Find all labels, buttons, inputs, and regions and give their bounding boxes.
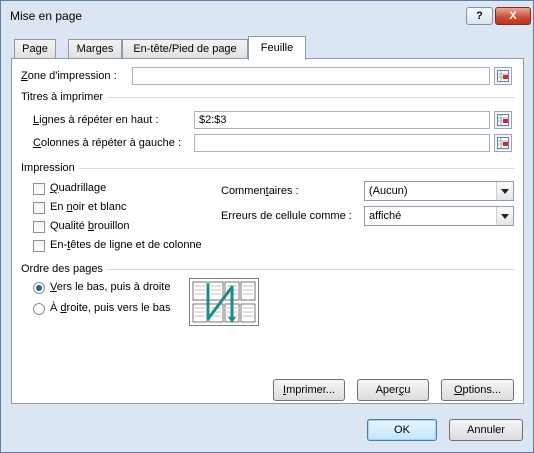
print-group-label: Impression <box>21 162 79 174</box>
collapse-dialog-icon <box>497 137 509 149</box>
sheet-tab-panel: Zone d'impression : Titres à imprimer Li… <box>11 58 524 404</box>
collapse-dialog-icon <box>497 70 509 82</box>
black-white-checkbox[interactable] <box>33 202 45 214</box>
down-then-over-radio[interactable] <box>33 282 45 294</box>
down-then-over-label: Vers le bas, puis à droite <box>50 281 171 293</box>
black-white-label: En noir et blanc <box>50 201 127 213</box>
columns-to-repeat-input[interactable] <box>194 134 490 152</box>
cell-errors-label: Erreurs de cellule comme : <box>221 210 352 222</box>
draft-quality-checkbox[interactable] <box>33 221 45 233</box>
page-setup-dialog: Mise en page ? X Page Marges En-tête/Pie… <box>0 0 534 453</box>
over-then-down-radio[interactable] <box>33 303 45 315</box>
print-area-label: Zone d'impression : <box>21 70 117 82</box>
cell-errors-select-value: affiché <box>369 210 402 222</box>
titles-group-label: Titres à imprimer <box>21 91 108 103</box>
tab-header-footer[interactable]: En-tête/Pied de page <box>122 39 248 59</box>
dialog-title: Mise en page <box>10 9 83 23</box>
dropdown-arrow-icon[interactable] <box>496 182 513 200</box>
page-order-diagram <box>189 278 259 326</box>
over-then-down-label: À droite, puis vers le bas <box>50 302 171 314</box>
row-col-headings-checkbox[interactable] <box>33 240 45 252</box>
print-button[interactable]: Imprimer... <box>273 379 345 401</box>
dropdown-arrow-icon[interactable] <box>496 207 513 225</box>
comments-select-value: (Aucun) <box>369 185 408 197</box>
preview-button[interactable]: Aperçu <box>357 379 429 401</box>
gridlines-label: Quadrillage <box>50 182 107 194</box>
print-area-collapse-button[interactable] <box>494 67 512 85</box>
draft-quality-label: Qualité brouillon <box>50 220 130 232</box>
rows-to-repeat-label: Lignes à répéter en haut : <box>33 114 159 126</box>
print-separator <box>21 168 515 169</box>
tab-margins[interactable]: Marges <box>68 39 122 59</box>
gridlines-checkbox[interactable] <box>33 183 45 195</box>
rows-to-repeat-input[interactable]: $2:$3 <box>194 111 490 129</box>
tab-page[interactable]: Page <box>14 39 56 59</box>
columns-to-repeat-label: Colonnes à répéter à gauche : <box>33 137 181 149</box>
options-button[interactable]: Options... <box>441 379 514 401</box>
print-area-input[interactable] <box>132 67 490 85</box>
ok-button[interactable]: OK <box>367 419 437 441</box>
cell-errors-select[interactable]: affiché <box>364 206 514 226</box>
page-order-preview-icon <box>192 281 256 323</box>
page-order-group-label: Ordre des pages <box>21 263 107 275</box>
tab-sheet[interactable]: Feuille <box>248 36 306 60</box>
comments-select[interactable]: (Aucun) <box>364 181 514 201</box>
close-button[interactable]: X <box>495 7 531 25</box>
comments-label: Commentaires : <box>221 185 299 197</box>
columns-collapse-button[interactable] <box>494 134 512 152</box>
help-button[interactable]: ? <box>466 7 493 25</box>
cancel-button[interactable]: Annuler <box>449 419 523 441</box>
row-col-headings-label: En-têtes de ligne et de colonne <box>50 239 202 251</box>
collapse-dialog-icon <box>497 114 509 126</box>
rows-collapse-button[interactable] <box>494 111 512 129</box>
